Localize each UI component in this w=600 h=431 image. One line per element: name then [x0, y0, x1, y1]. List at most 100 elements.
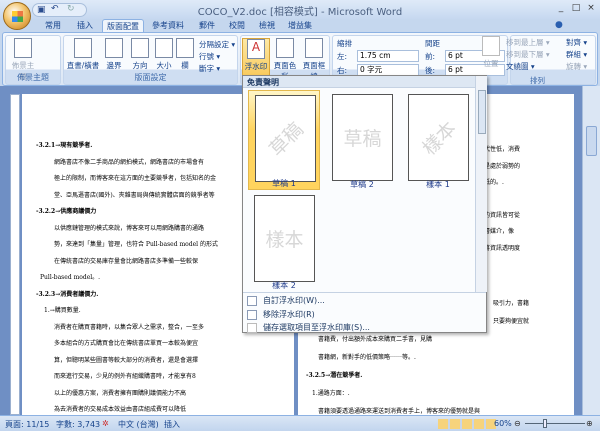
- watermark-option-label: 草稿 1: [272, 179, 296, 188]
- breaks-button[interactable]: 分隔設定 ▾: [199, 39, 235, 50]
- tab-addins[interactable]: 增益集: [282, 19, 318, 33]
- close-button[interactable]: ×: [585, 3, 597, 14]
- scroll-thumb[interactable]: [478, 90, 486, 134]
- document-line: 多本組合的方式購買會比在傳統書店單買一本較為便宜: [54, 340, 199, 347]
- title-bar: COCO_V2.doc [相容模式] - Microsoft Word _ □ …: [0, 0, 600, 19]
- indent-left-label: 左:: [337, 52, 348, 61]
- document-line: -3.2.1→現有競爭者.: [36, 142, 93, 149]
- save-to-gallery-icon: [247, 323, 257, 333]
- watermark-option[interactable]: 樣本 樣本 1: [402, 90, 474, 190]
- margins-button[interactable]: 邊界: [100, 38, 128, 71]
- vertical-scrollbar[interactable]: [582, 86, 600, 415]
- text-wrapping-button[interactable]: 文繞圖 ▾: [506, 61, 535, 72]
- document-line: 在傳統書店的交易庫存量會比網路書店多準備一些較保: [54, 257, 199, 265]
- tab-page-layout[interactable]: 版面配置: [102, 19, 144, 33]
- minimize-button[interactable]: _: [555, 3, 567, 14]
- watermark-text: 草稿: [343, 128, 382, 150]
- document-line: 1.→購買數量.: [44, 307, 81, 314]
- button-label: 直書/橫書: [66, 61, 100, 70]
- document-line: 為去消費者的交易成本效益由書店組成費可以降低: [54, 406, 187, 413]
- position-icon: [482, 36, 500, 56]
- watermark-icon: A: [247, 39, 265, 59]
- rotate-button[interactable]: 旋轉 ▾: [566, 61, 587, 72]
- group-label: 佈景主題: [17, 73, 49, 82]
- document-line: 吸引力，書籍: [493, 300, 530, 307]
- tab-references[interactable]: 參考資料: [146, 19, 190, 33]
- document-line: 堂、亞馬遜書店(國外)、夾雜書局與傳統實體店面的競爭者等: [54, 191, 215, 199]
- watermark-option-label: 樣本 2: [272, 281, 296, 290]
- save-icon[interactable]: ▣: [37, 5, 46, 15]
- document-line: 而來進行交易，少見的例外有組織購書時，才能享有8: [54, 373, 196, 380]
- quick-access-toolbar: ▣ ↶ ↻: [32, 3, 87, 17]
- tab-insert[interactable]: 插入: [70, 19, 100, 33]
- tab-home[interactable]: 常用: [38, 19, 68, 33]
- watermark-option-label: 草稿 2: [350, 180, 374, 189]
- view-buttons[interactable]: [438, 419, 496, 429]
- custom-watermark-icon: [247, 296, 257, 306]
- watermark-preview: 樣本: [408, 94, 469, 181]
- text-direction-button[interactable]: 直書/橫書: [66, 38, 100, 71]
- button-label: 浮水印: [244, 62, 268, 71]
- watermark-option[interactable]: 樣本樣本 2: [248, 191, 320, 291]
- vertical-ruler: [10, 94, 20, 415]
- insert-mode[interactable]: 插入: [164, 419, 180, 430]
- watermark-option[interactable]: 草稿草稿 1: [248, 90, 320, 190]
- document-line: 以供應鏈管理的模式來說，博客來可以用網路購書的通路: [54, 224, 205, 232]
- page-color-icon: [276, 38, 294, 58]
- watermark-text: 樣本: [265, 229, 304, 251]
- document-line: 書籍須要透過通路來運送到消費者手上，博客來的優勢就是與: [318, 408, 481, 415]
- remove-watermark-item[interactable]: 移除浮水印(R): [243, 308, 486, 322]
- gallery-scrollbar[interactable]: [475, 76, 487, 292]
- button-label: 欄: [181, 61, 189, 70]
- position-button[interactable]: 位置: [478, 36, 504, 69]
- custom-watermark-item[interactable]: 自訂浮水印(W)...: [243, 294, 486, 308]
- button-label: 邊界: [106, 61, 122, 70]
- group-button[interactable]: 群組 ▾: [566, 49, 587, 60]
- undo-icon[interactable]: ↶: [51, 4, 59, 14]
- page-borders-icon: [305, 38, 323, 58]
- align-button[interactable]: 對齊 ▾: [566, 37, 587, 48]
- maximize-button[interactable]: □: [570, 3, 582, 14]
- proofing-icon[interactable]: ✲: [102, 419, 109, 428]
- zoom-slider-thumb[interactable]: [543, 419, 547, 428]
- group-label: 排列: [530, 76, 545, 85]
- line-numbers-button[interactable]: 行號 ▾: [199, 51, 220, 62]
- page-count[interactable]: 頁面: 11/15: [5, 419, 49, 430]
- themes-icon: [14, 38, 32, 58]
- document-line: -3.2.2→供應商議價力: [36, 208, 97, 215]
- redo-icon[interactable]: ↻: [67, 4, 75, 14]
- language[interactable]: 中文 (台灣): [118, 419, 159, 430]
- send-to-back-button[interactable]: 移到最下層 ▾: [506, 49, 550, 60]
- watermark-option[interactable]: 草稿草稿 2: [326, 90, 398, 190]
- document-line: 勢，來達到「集量」管理，也符合 Pull-based model 的形式: [54, 241, 218, 248]
- group-label: 版面設定: [134, 73, 167, 82]
- zoom-slider[interactable]: [525, 423, 585, 424]
- group-page-setup: 直書/橫書 邊界 方向 大小 欄 分隔設定 ▾ 行號 ▾ 斷字 ▾ 版面設定: [63, 35, 238, 85]
- zoom-out-icon[interactable]: ⊖: [514, 419, 521, 428]
- scroll-thumb[interactable]: [586, 126, 597, 156]
- tab-view[interactable]: 檢視: [252, 19, 282, 33]
- watermark-option-label: 樣本 1: [426, 180, 450, 189]
- watermark-dropdown: 免責聲明 草稿 草稿 1 草稿 草稿 2 樣本 樣本 1 樣本 樣本 2 自訂浮水印(W)..…: [242, 75, 487, 333]
- document-line: 極上的限制，而博客來在這方面的主要競爭者，包括知名的金: [54, 175, 217, 182]
- tab-mailings[interactable]: 郵件: [192, 19, 222, 33]
- indent-left-input[interactable]: 1.75 cm: [357, 50, 419, 62]
- save-to-gallery-item[interactable]: 儲存選取項目至浮水印庫(S)...: [243, 321, 486, 335]
- ribbon-tabs: 常用 插入 版面配置 參考資料 郵件 校閱 檢視 增益集 ●: [0, 19, 600, 33]
- orientation-icon: [131, 38, 149, 58]
- zoom-level[interactable]: 60%: [494, 419, 512, 428]
- watermark-text: 草稿: [265, 118, 308, 161]
- columns-button[interactable]: 欄: [174, 38, 196, 71]
- help-icon[interactable]: ●: [555, 20, 563, 30]
- spacing-label: 間距: [425, 39, 440, 48]
- zoom-in-icon[interactable]: ⊕: [586, 419, 593, 428]
- spacing-before-label: 前:: [425, 52, 436, 61]
- button-label: 方向: [132, 61, 148, 70]
- word-count[interactable]: 字數: 3,743: [56, 419, 100, 430]
- bring-to-front-button[interactable]: 移到最上層 ▾: [506, 37, 550, 48]
- document-line: Pull-based model。.: [40, 274, 101, 281]
- columns-icon: [176, 38, 194, 58]
- document-line: 算，但聰明某些圖書等較大部分的消費者，還是會選擇: [54, 356, 199, 364]
- divider: [243, 292, 486, 293]
- tab-review[interactable]: 校閱: [222, 19, 252, 33]
